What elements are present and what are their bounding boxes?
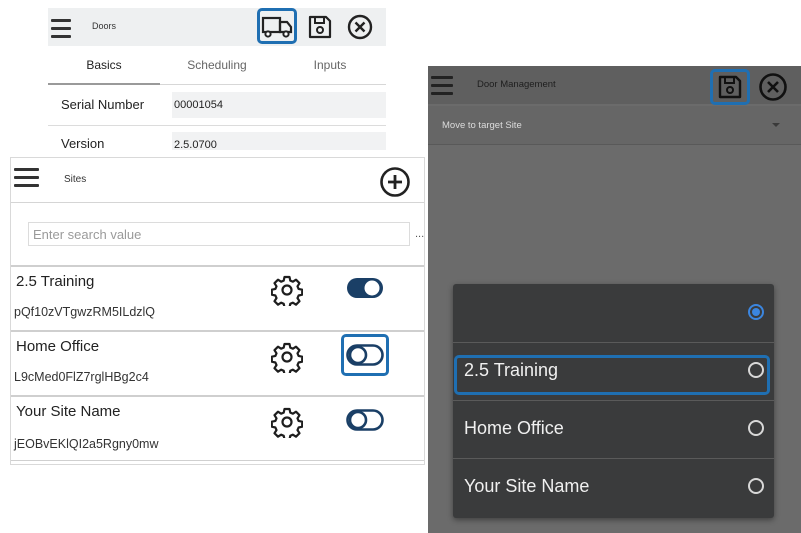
search-placeholder: Enter search value [33,227,142,242]
search-input[interactable]: Enter search value [28,222,410,246]
site-code: jEOBvEKlQI2a5Rgny0mw [14,437,159,451]
chevron-down-icon [772,123,780,127]
serial-number-value: 00001054 [172,92,386,118]
save-highlight [710,69,750,105]
door-management-panel: Door Management Move to target Site 2.5 … [428,66,801,533]
sites-header: Sites [11,158,424,203]
target-site-select[interactable]: Move to target Site [428,106,801,145]
serial-number-row: Serial Number 00001054 [48,87,386,126]
doors-header: Doors [48,8,386,46]
site-name: 2.5 Training [16,273,95,290]
radio-unselected[interactable] [748,478,764,494]
save-icon[interactable] [306,13,334,41]
page-title: Doors [92,21,117,31]
tab-scheduling[interactable]: Scheduling [160,50,274,83]
serial-number-label: Serial Number [61,97,145,112]
option-your-site-name[interactable]: Your Site Name [453,458,774,516]
radio-unselected[interactable] [748,420,764,436]
gear-icon[interactable] [270,341,304,376]
site-item-2-5-training[interactable]: 2.5 Training pQf10zVTgwzRM5ILdzlQ [11,265,424,330]
tab-inputs[interactable]: Inputs [274,50,386,83]
radio-selected[interactable] [748,304,764,320]
option-blank[interactable] [453,284,774,341]
page-title: Sites [64,174,87,185]
close-icon[interactable] [346,13,374,41]
site-code: L9cMed0FlZ7rglHBg2c4 [14,370,149,384]
version-row: Version 2.5.0700 [48,127,386,150]
version-label: Version [61,136,105,150]
gear-icon[interactable] [270,406,304,441]
more-icon[interactable]: ... [415,228,424,240]
site-name: Your Site Name [16,403,121,420]
menu-icon[interactable] [431,76,453,100]
page-title: Door Management [477,79,556,90]
site-name: Home Office [16,338,100,355]
option-label: Your Site Name [464,476,590,496]
truck-highlight [257,8,297,44]
sites-panel: Sites Enter search value ... 2.5 Trainin… [10,157,425,465]
option-label: Home Office [464,418,564,438]
close-icon[interactable] [757,71,789,103]
door-management-header: Door Management [428,66,801,105]
doors-panel: Doors Basics Scheduling Inputs Serial Nu… [48,0,388,150]
site-item-your-site-name[interactable]: Your Site Name jEOBvEKlQI2a5Rgny0mw [11,395,424,461]
toggle-off[interactable] [346,409,384,431]
menu-icon[interactable] [14,168,39,192]
site-code: pQf10zVTgwzRM5ILdzlQ [14,305,156,319]
option-highlight [454,355,770,395]
tab-basics[interactable]: Basics [48,50,160,85]
add-site-icon[interactable] [379,166,411,198]
option-home-office[interactable]: Home Office [453,400,774,458]
version-value: 2.5.0700 [172,132,386,150]
doors-tabs: Basics Scheduling Inputs [48,50,386,85]
toggle-on[interactable] [346,277,384,299]
site-item-home-office[interactable]: Home Office L9cMed0FlZ7rglHBg2c4 [11,330,424,395]
menu-icon[interactable] [51,19,71,43]
target-site-placeholder: Move to target Site [442,120,522,131]
gear-icon[interactable] [270,274,304,309]
site-options-list: 2.5 Training Home Office Your Site Name [453,284,774,518]
toggle-highlight [341,334,389,376]
